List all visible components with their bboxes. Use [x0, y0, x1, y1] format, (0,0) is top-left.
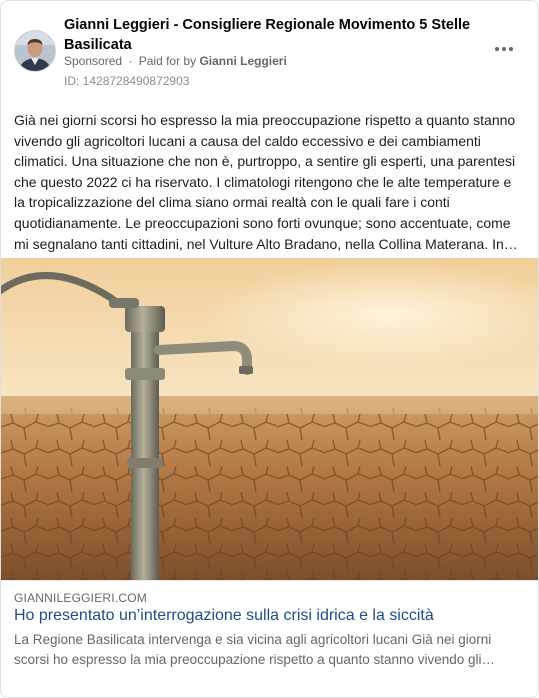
paid-for-prefix: Paid for by: [138, 54, 197, 68]
ad-card: Gianni Leggieri - Consigliere Regionale …: [0, 0, 539, 698]
sponsored-line: Sponsored · Paid for by Gianni Leggieri: [64, 54, 287, 68]
link-domain: GIANNILEGGIERI.COM: [14, 591, 147, 605]
separator-dot: ·: [128, 54, 133, 68]
post-text: Già nei giorni scorsi ho espresso la mia…: [14, 112, 518, 252]
page-name[interactable]: Gianni Leggieri - Consigliere Regionale …: [64, 15, 484, 55]
avatar[interactable]: [14, 30, 56, 72]
link-title[interactable]: Ho presentato un’interrogazione sulla cr…: [14, 607, 434, 625]
link-description: La Regione Basilicata intervenga e sia v…: [14, 632, 496, 667]
link-preview[interactable]: GIANNILEGGIERI.COM Ho presentato un’inte…: [1, 580, 538, 697]
sponsored-label: Sponsored: [64, 54, 123, 68]
post-image[interactable]: [1, 258, 538, 580]
post-header: Gianni Leggieri - Consigliere Regionale …: [1, 1, 538, 101]
ad-id: ID: 1428728490872903: [64, 74, 190, 88]
more-horizontal-icon[interactable]: [495, 39, 515, 59]
paid-for-name[interactable]: Gianni Leggieri: [199, 54, 286, 68]
